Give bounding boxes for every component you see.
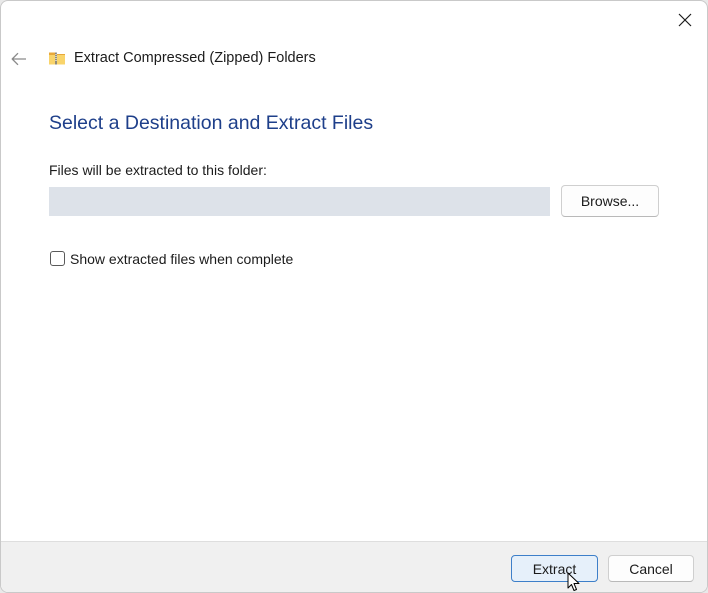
extract-wizard-window: Extract Compressed (Zipped) Folders Sele…: [0, 0, 708, 593]
show-extracted-files-checkbox[interactable]: [50, 251, 65, 266]
page-heading: Select a Destination and Extract Files: [49, 112, 374, 134]
close-button[interactable]: [665, 5, 705, 35]
cancel-button[interactable]: Cancel: [608, 555, 694, 582]
back-button[interactable]: [5, 45, 33, 73]
destination-path-input[interactable]: [49, 187, 550, 216]
browse-button[interactable]: Browse...: [561, 185, 659, 217]
dialog-footer: Extract Cancel: [1, 541, 707, 592]
window-title: Extract Compressed (Zipped) Folders: [74, 50, 316, 66]
back-arrow-icon: [11, 52, 26, 66]
show-extracted-files-label[interactable]: Show extracted files when complete: [70, 251, 293, 268]
extract-button[interactable]: Extract: [511, 555, 598, 582]
close-icon: [678, 13, 692, 27]
zip-folder-icon: [49, 52, 65, 65]
destination-folder-label: Files will be extracted to this folder:: [49, 162, 267, 178]
